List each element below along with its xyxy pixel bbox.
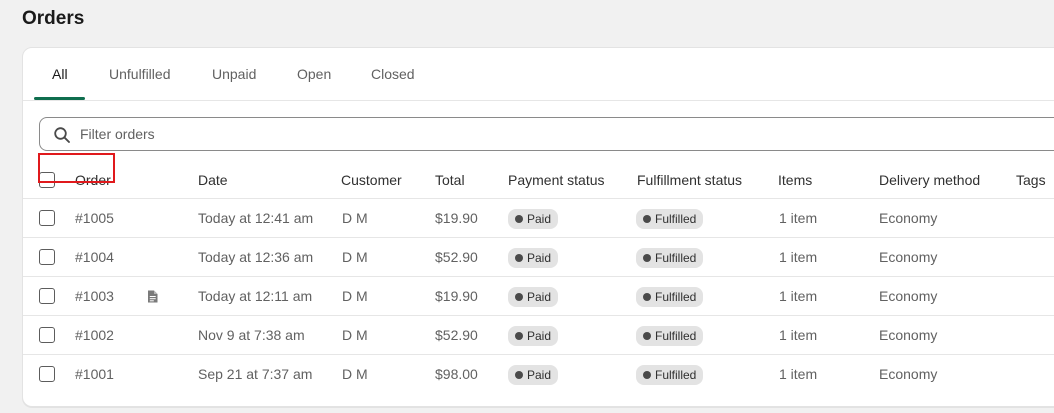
column-header-items[interactable]: Items [778, 172, 812, 188]
fulfillment-status-badge: Fulfilled [636, 326, 704, 346]
order-date: Today at 12:36 am [198, 249, 314, 265]
order-items: 1 item [779, 327, 818, 343]
column-header-fulfillment-status[interactable]: Fulfillment status [637, 172, 742, 188]
column-header-customer[interactable]: Customer [341, 172, 402, 188]
tab-closed[interactable]: Closed [371, 66, 415, 82]
fulfillment-status-badge: Fulfilled [636, 209, 704, 229]
fulfillment-status-label: Fulfilled [655, 368, 697, 382]
select-all-checkbox[interactable] [39, 172, 55, 188]
status-dot-icon [643, 254, 651, 262]
column-header-date[interactable]: Date [198, 172, 228, 188]
row-checkbox[interactable] [39, 249, 55, 265]
order-tabs: All Unfulfilled Unpaid Open Closed [23, 48, 1054, 101]
tab-open[interactable]: Open [297, 66, 331, 82]
order-date: Today at 12:11 am [198, 288, 313, 304]
status-dot-icon [643, 371, 651, 379]
status-dot-icon [643, 215, 651, 223]
column-header-tags[interactable]: Tags [1016, 172, 1046, 188]
order-customer: D M [342, 210, 368, 226]
order-customer: D M [342, 249, 368, 265]
payment-status-badge: Paid [508, 365, 559, 385]
status-dot-icon [515, 293, 523, 301]
payment-status-badge: Paid [508, 209, 559, 229]
order-total: $19.90 [435, 288, 478, 304]
note-icon[interactable] [147, 290, 158, 303]
fulfillment-status-label: Fulfilled [655, 329, 697, 343]
row-checkbox[interactable] [39, 327, 55, 343]
table-row[interactable]: #1005 Today at 12:41 am D M $19.90 Paid … [23, 199, 1054, 238]
tab-unpaid[interactable]: Unpaid [212, 66, 256, 82]
order-number[interactable]: #1005 [75, 210, 114, 226]
row-checkbox[interactable] [39, 288, 55, 304]
order-customer: D M [342, 327, 368, 343]
search-icon [54, 127, 70, 143]
order-customer: D M [342, 288, 368, 304]
table-row[interactable]: #1002 Nov 9 at 7:38 am D M $52.90 Paid F… [23, 316, 1054, 355]
orders-card: All Unfulfilled Unpaid Open Closed Order… [22, 47, 1054, 407]
filter-orders-input[interactable] [80, 124, 980, 144]
order-items: 1 item [779, 210, 818, 226]
order-items: 1 item [779, 249, 818, 265]
row-checkbox[interactable] [39, 366, 55, 382]
order-total: $52.90 [435, 249, 478, 265]
order-delivery-method: Economy [879, 210, 938, 226]
page-title: Orders [22, 8, 85, 29]
order-total: $52.90 [435, 327, 478, 343]
column-header-total[interactable]: Total [435, 172, 465, 188]
table-row[interactable]: #1003 Today at 12:11 am D M $19.90 Paid … [23, 277, 1054, 316]
payment-status-label: Paid [527, 290, 552, 304]
payment-status-label: Paid [527, 251, 552, 265]
tab-all[interactable]: All [52, 66, 68, 82]
payment-status-label: Paid [527, 212, 552, 226]
order-delivery-method: Economy [879, 249, 938, 265]
fulfillment-status-badge: Fulfilled [636, 248, 704, 268]
status-dot-icon [515, 215, 523, 223]
status-dot-icon [515, 371, 523, 379]
fulfillment-status-label: Fulfilled [655, 212, 697, 226]
order-items: 1 item [779, 288, 818, 304]
table-row[interactable]: #1004 Today at 12:36 am D M $52.90 Paid … [23, 238, 1054, 277]
order-number[interactable]: #1003 [75, 288, 114, 304]
row-checkbox[interactable] [39, 210, 55, 226]
table-row[interactable]: #1001 Sep 21 at 7:37 am D M $98.00 Paid … [23, 355, 1054, 394]
status-dot-icon [643, 293, 651, 301]
order-total: $98.00 [435, 366, 478, 382]
payment-status-badge: Paid [508, 326, 559, 346]
payment-status-badge: Paid [508, 248, 559, 268]
order-delivery-method: Economy [879, 327, 938, 343]
payment-status-label: Paid [527, 368, 552, 382]
status-dot-icon [643, 332, 651, 340]
order-date: Today at 12:41 am [198, 210, 314, 226]
order-customer: D M [342, 366, 368, 382]
tab-unfulfilled[interactable]: Unfulfilled [109, 66, 170, 82]
order-number[interactable]: #1001 [75, 366, 114, 382]
order-delivery-method: Economy [879, 288, 938, 304]
order-date: Sep 21 at 7:37 am [198, 366, 313, 382]
fulfillment-status-badge: Fulfilled [636, 287, 704, 307]
status-dot-icon [515, 254, 523, 262]
order-number[interactable]: #1002 [75, 327, 114, 343]
order-date: Nov 9 at 7:38 am [198, 327, 305, 343]
payment-status-badge: Paid [508, 287, 559, 307]
active-tab-indicator [34, 97, 85, 100]
status-dot-icon [515, 332, 523, 340]
payment-status-label: Paid [527, 329, 552, 343]
order-delivery-method: Economy [879, 366, 938, 382]
filter-bar[interactable] [39, 117, 1054, 151]
column-header-order[interactable]: Order [75, 172, 111, 188]
fulfillment-status-badge: Fulfilled [636, 365, 704, 385]
fulfillment-status-label: Fulfilled [655, 251, 697, 265]
order-items: 1 item [779, 366, 818, 382]
column-header-payment-status[interactable]: Payment status [508, 172, 605, 188]
order-number[interactable]: #1004 [75, 249, 114, 265]
order-total: $19.90 [435, 210, 478, 226]
fulfillment-status-label: Fulfilled [655, 290, 697, 304]
column-header-delivery-method[interactable]: Delivery method [879, 172, 980, 188]
